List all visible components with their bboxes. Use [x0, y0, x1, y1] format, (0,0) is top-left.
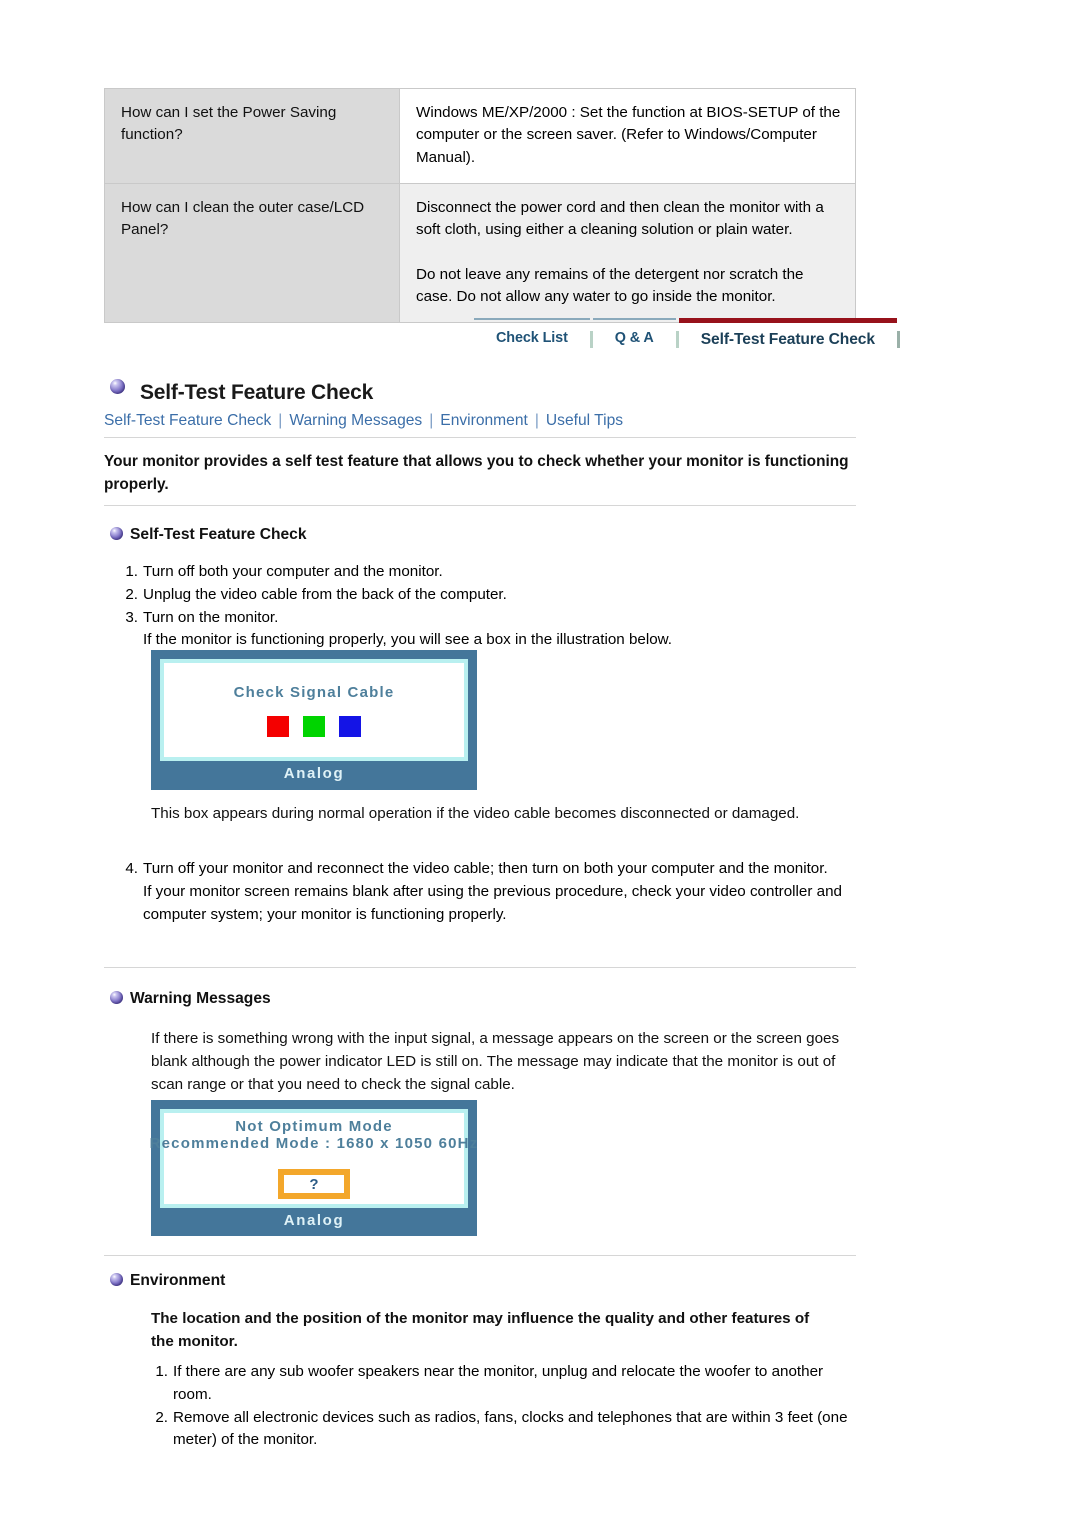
section-heading-label: Environment: [130, 1272, 226, 1289]
subnav-separator: |: [429, 412, 434, 429]
list-item-subtext: If your monitor screen remains blank aft…: [143, 882, 842, 923]
divider: [104, 437, 856, 438]
tab-bar: Check List Q & A Self-Test Feature Check: [474, 318, 900, 353]
list-item-number: 1.: [155, 1363, 168, 1380]
osd-question-box: ?: [278, 1169, 350, 1199]
list-item-text: If there are any sub woofer speakers nea…: [173, 1363, 824, 1403]
warning-messages-paragraph: If there is something wrong with the inp…: [151, 1030, 840, 1093]
sphere-bullet-icon: [110, 527, 123, 541]
environment-intro-paragraph: The location and the position of the mon…: [151, 1310, 810, 1350]
intro-paragraph: Your monitor provides a self test featur…: [104, 453, 849, 494]
tab-check-list[interactable]: Check List: [474, 318, 590, 350]
subnav-separator: |: [534, 412, 539, 429]
list-item-number: 4.: [125, 860, 138, 877]
list-item: 2. Remove all electronic devices such as …: [140, 1407, 850, 1453]
document-page: How can I set the Power Saving function?…: [0, 0, 1080, 1528]
divider: [104, 505, 856, 506]
list-item-text: Turn off both your computer and the moni…: [143, 563, 443, 580]
self-test-steps-list: 1. Turn off both your computer and the mo…: [110, 561, 850, 652]
osd-message: Check Signal Cable: [233, 683, 395, 701]
page-title: Self-Test Feature Check: [140, 381, 374, 404]
self-test-steps-list-continued: 4. Turn off your monitor and reconnect th…: [110, 858, 850, 926]
faq-answer-cell: Disconnect the power cord and then clean…: [399, 183, 856, 324]
after-image-paragraph: This box appears during normal operation…: [151, 805, 800, 822]
environment-steps-list: 1. If there are any sub woofer speakers n…: [140, 1361, 850, 1452]
faq-table: How can I set the Power Saving function?…: [104, 87, 856, 324]
list-item-text: Turn off your monitor and reconnect the …: [143, 860, 828, 877]
table-row: How can I set the Power Saving function?…: [104, 87, 856, 185]
tab-separator-icon: [896, 331, 900, 348]
osd-screen: Not Optimum Mode Recommended Mode : 1680…: [150, 1109, 477, 1208]
list-item: 3. Turn on the monitor. If the monitor is…: [110, 607, 850, 653]
faq-answer-paragraph: Do not leave any remains of the detergen…: [416, 265, 804, 306]
tab-self-test-feature-check[interactable]: Self-Test Feature Check: [678, 318, 897, 353]
tab-q-and-a[interactable]: Q & A: [592, 318, 676, 350]
list-item-text: Unplug the video cable from the back of …: [143, 585, 507, 603]
sphere-bullet-icon: [110, 378, 125, 395]
subnav-separator: |: [278, 412, 283, 429]
divider: [104, 967, 856, 968]
table-row: How can I clean the outer case/LCD Panel…: [104, 183, 856, 324]
osd-message-line-2: Recommended Mode : 1680 x 1050 60Hz: [149, 1135, 479, 1152]
list-item-number: 1.: [125, 563, 138, 580]
sub-navigation: Self-Test Feature Check | Warning Messages…: [104, 412, 623, 430]
osd-self-test-illustration: Check Signal Cable Analog: [151, 650, 477, 790]
subnav-item-warning-messages[interactable]: Warning Messages: [289, 412, 422, 429]
faq-answer-paragraph: Windows ME/XP/2000 : Set the function at…: [416, 104, 841, 166]
osd-screen: Check Signal Cable: [160, 659, 468, 761]
list-item-text: Turn on the monitor.: [143, 608, 279, 626]
list-item-number: 3.: [125, 608, 138, 626]
osd-warning-illustration: Not Optimum Mode Recommended Mode : 1680…: [150, 1100, 477, 1236]
swatch-green-icon: [303, 715, 325, 737]
osd-input-label: Analog: [283, 1212, 345, 1229]
faq-question-cell: How can I clean the outer case/LCD Panel…: [104, 183, 400, 324]
subnav-item-environment[interactable]: Environment: [440, 412, 528, 429]
section-heading-environment: Environment: [110, 1272, 225, 1290]
list-item-text: Remove all electronic devices such as ra…: [173, 1408, 848, 1449]
subnav-item-self-test[interactable]: Self-Test Feature Check: [104, 412, 271, 429]
section-heading-self-test: Self-Test Feature Check: [110, 526, 307, 544]
list-item: 2. Unplug the video cable from the back o…: [110, 584, 850, 607]
swatch-blue-icon: [339, 715, 361, 737]
faq-answer-paragraph: Disconnect the power cord and then clean…: [416, 199, 824, 239]
list-item-number: 2.: [155, 1408, 168, 1426]
osd-color-swatches: [267, 715, 361, 737]
osd-input-label: Analog: [283, 765, 345, 782]
faq-question-cell: How can I set the Power Saving function?: [104, 87, 400, 185]
section-heading-label: Warning Messages: [130, 990, 271, 1007]
divider: [104, 1255, 856, 1256]
section-heading-label: Self-Test Feature Check: [130, 526, 307, 543]
sphere-bullet-icon: [110, 1273, 123, 1287]
list-item: 4. Turn off your monitor and reconnect th…: [110, 858, 850, 926]
list-item-number: 2.: [125, 585, 138, 603]
swatch-red-icon: [267, 715, 289, 737]
subnav-item-useful-tips[interactable]: Useful Tips: [546, 412, 623, 429]
section-heading-warning-messages: Warning Messages: [110, 990, 271, 1008]
list-item: 1. If there are any sub woofer speakers n…: [140, 1361, 850, 1407]
osd-message-line-1: Not Optimum Mode: [235, 1118, 393, 1135]
faq-answer-cell: Windows ME/XP/2000 : Set the function at…: [399, 87, 856, 185]
sphere-bullet-icon: [110, 991, 123, 1005]
list-item: 1. Turn off both your computer and the mo…: [110, 561, 850, 584]
list-item-subtext: If the monitor is functioning properly, …: [143, 631, 673, 649]
